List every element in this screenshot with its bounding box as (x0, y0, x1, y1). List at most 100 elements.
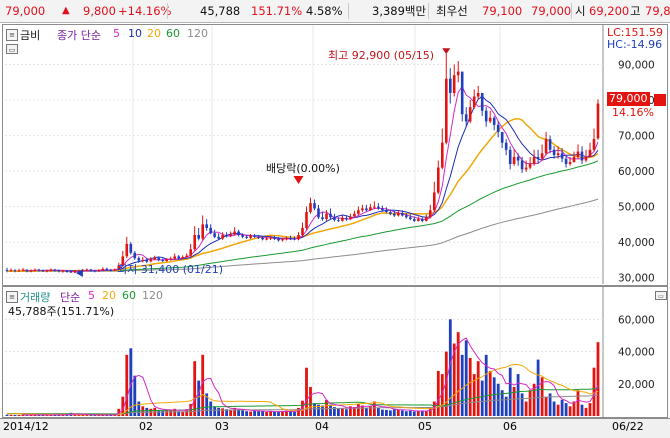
candle-body (544, 139, 548, 154)
candle-body (389, 212, 392, 214)
price-marker (654, 94, 666, 106)
candle-body (341, 218, 344, 221)
candle-body (393, 213, 396, 216)
candle-body (289, 237, 292, 239)
candle-body (265, 238, 268, 240)
volume-bar (412, 411, 416, 416)
volume-bar (576, 390, 580, 416)
candle-body (496, 124, 500, 132)
candle-body (397, 213, 400, 216)
current-price-badge: 79,000 (607, 92, 650, 106)
volume-bar (209, 401, 213, 416)
volume-bar (289, 411, 292, 416)
volume-bar (468, 358, 472, 416)
candle-body (385, 210, 388, 212)
ma5-line (22, 85, 599, 273)
volume-bar (552, 401, 556, 416)
candle-body (129, 243, 133, 253)
candle-body (520, 160, 524, 170)
candle-body (460, 71, 464, 115)
candle-body (57, 270, 61, 272)
volume-bar (193, 361, 197, 416)
volume-bar (476, 361, 480, 416)
volume-menu-icon[interactable]: ≡ (6, 291, 18, 303)
candle-body (237, 231, 240, 236)
volume-bar (580, 404, 584, 416)
volume-bar (321, 405, 324, 416)
candle-body (445, 78, 448, 143)
candle-body (349, 216, 352, 220)
volume-bar (169, 410, 173, 416)
candle-body (61, 270, 65, 272)
candle-body (273, 237, 276, 239)
candle-body (257, 236, 260, 238)
candle-body (333, 217, 336, 221)
candle-body (329, 213, 332, 218)
candle-body (484, 110, 488, 122)
candle-body (480, 93, 484, 111)
ma20-legend[interactable]: 20 (147, 27, 161, 40)
candle-body (37, 269, 41, 271)
volume-bar (229, 409, 232, 416)
candle-body (217, 236, 220, 239)
candle-body (245, 236, 248, 238)
x-axis[interactable] (0, 418, 670, 438)
volume-tick-label: 60,000 (618, 314, 655, 326)
candle-body (429, 210, 432, 218)
volume-toggle-icon[interactable]: ▭ (655, 291, 667, 300)
volume-bar (396, 409, 400, 416)
candle-body (576, 151, 580, 157)
volume-bar (345, 409, 348, 416)
candle-body (552, 149, 556, 156)
ma120-legend[interactable]: 120 (187, 27, 208, 40)
candle-body (500, 132, 504, 143)
vma60-legend[interactable]: 60 (122, 289, 136, 302)
vma120-legend[interactable]: 120 (142, 289, 163, 302)
candle-body (133, 252, 137, 259)
price-tick-label: 50,000 (618, 202, 655, 214)
candle-body (73, 271, 77, 273)
low-annotation: 최저 31,400 (01/21) (117, 263, 224, 276)
high-marker-arrow (442, 48, 451, 55)
volume-bar (408, 410, 412, 416)
ma5-legend[interactable]: 5 (113, 27, 120, 40)
candle-body (540, 153, 544, 159)
volume-bar (373, 401, 376, 416)
candle-body (261, 237, 264, 240)
ma10-legend[interactable]: 10 (128, 27, 142, 40)
candle-body (101, 268, 105, 271)
candle-body (41, 270, 45, 272)
volume-bar (381, 409, 384, 416)
candle-body (153, 257, 157, 260)
candle-body (93, 270, 97, 272)
candle-body (401, 213, 404, 216)
volume-bar (564, 403, 568, 416)
panel-menu-icon[interactable]: ≡ (6, 29, 18, 41)
candle-body (297, 235, 300, 240)
volume-bar (508, 367, 512, 416)
vma5-legend[interactable]: 5 (88, 289, 95, 302)
volume-bar (357, 403, 360, 416)
vma20-legend[interactable]: 20 (102, 289, 116, 302)
candle-body (548, 139, 552, 150)
volume-bar (365, 407, 368, 416)
candle-body (449, 78, 452, 93)
candle-body (5, 269, 9, 271)
candle-body (377, 206, 380, 209)
candle-body (45, 270, 49, 272)
panel-toggle-icon[interactable]: ▭ (6, 44, 18, 54)
candle-body (556, 153, 560, 156)
ma60-legend[interactable]: 60 (166, 27, 180, 40)
volume-bar (237, 409, 240, 416)
candle-body (305, 212, 308, 228)
candle-body (53, 269, 57, 271)
candle-body (157, 257, 160, 260)
candle-body (205, 224, 208, 228)
candle-body (49, 269, 53, 271)
volume-bar (221, 408, 224, 416)
candle-body (337, 220, 340, 222)
candle-body (325, 213, 328, 219)
candle-body (65, 270, 69, 272)
x-label-feb: 02 (139, 420, 153, 433)
candle-body (209, 227, 212, 234)
